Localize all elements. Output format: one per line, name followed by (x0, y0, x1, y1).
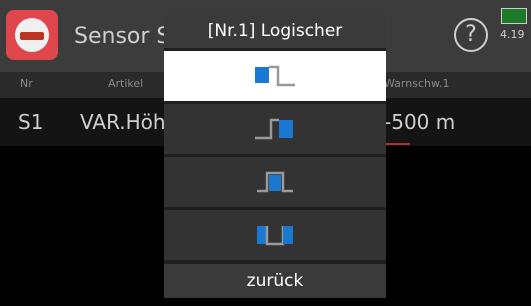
row-nr: S1 (18, 110, 44, 134)
option-below-threshold[interactable] (164, 51, 386, 101)
battery-icon (501, 8, 527, 24)
column-header-warnschw: Warnschw.1 (384, 77, 450, 90)
logic-above-threshold-icon (255, 118, 293, 140)
help-icon[interactable]: ? (454, 18, 488, 52)
column-header-artikel: Artikel (108, 77, 144, 90)
row-warnschw: -500 m (384, 110, 456, 134)
option-outside-window[interactable] (164, 210, 386, 260)
app-logo (6, 10, 58, 60)
option-above-threshold[interactable] (164, 104, 386, 154)
logic-in-window-icon (257, 171, 293, 193)
dialog-title: [Nr.1] Logischer (164, 14, 386, 48)
column-header-nr: Nr (20, 77, 33, 90)
row-artikel: VAR.Höh (80, 110, 166, 134)
screen-title: Sensor S (74, 24, 171, 49)
logic-select-dialog: [Nr.1] Logischer zurück (164, 14, 386, 298)
logo-ball-icon (15, 18, 49, 52)
back-button[interactable]: zurück (164, 264, 386, 298)
option-in-window[interactable] (164, 157, 386, 207)
voltage-readout: 4.19 (500, 28, 525, 41)
logic-outside-window-icon (257, 226, 293, 246)
logic-below-threshold-icon (255, 65, 295, 87)
